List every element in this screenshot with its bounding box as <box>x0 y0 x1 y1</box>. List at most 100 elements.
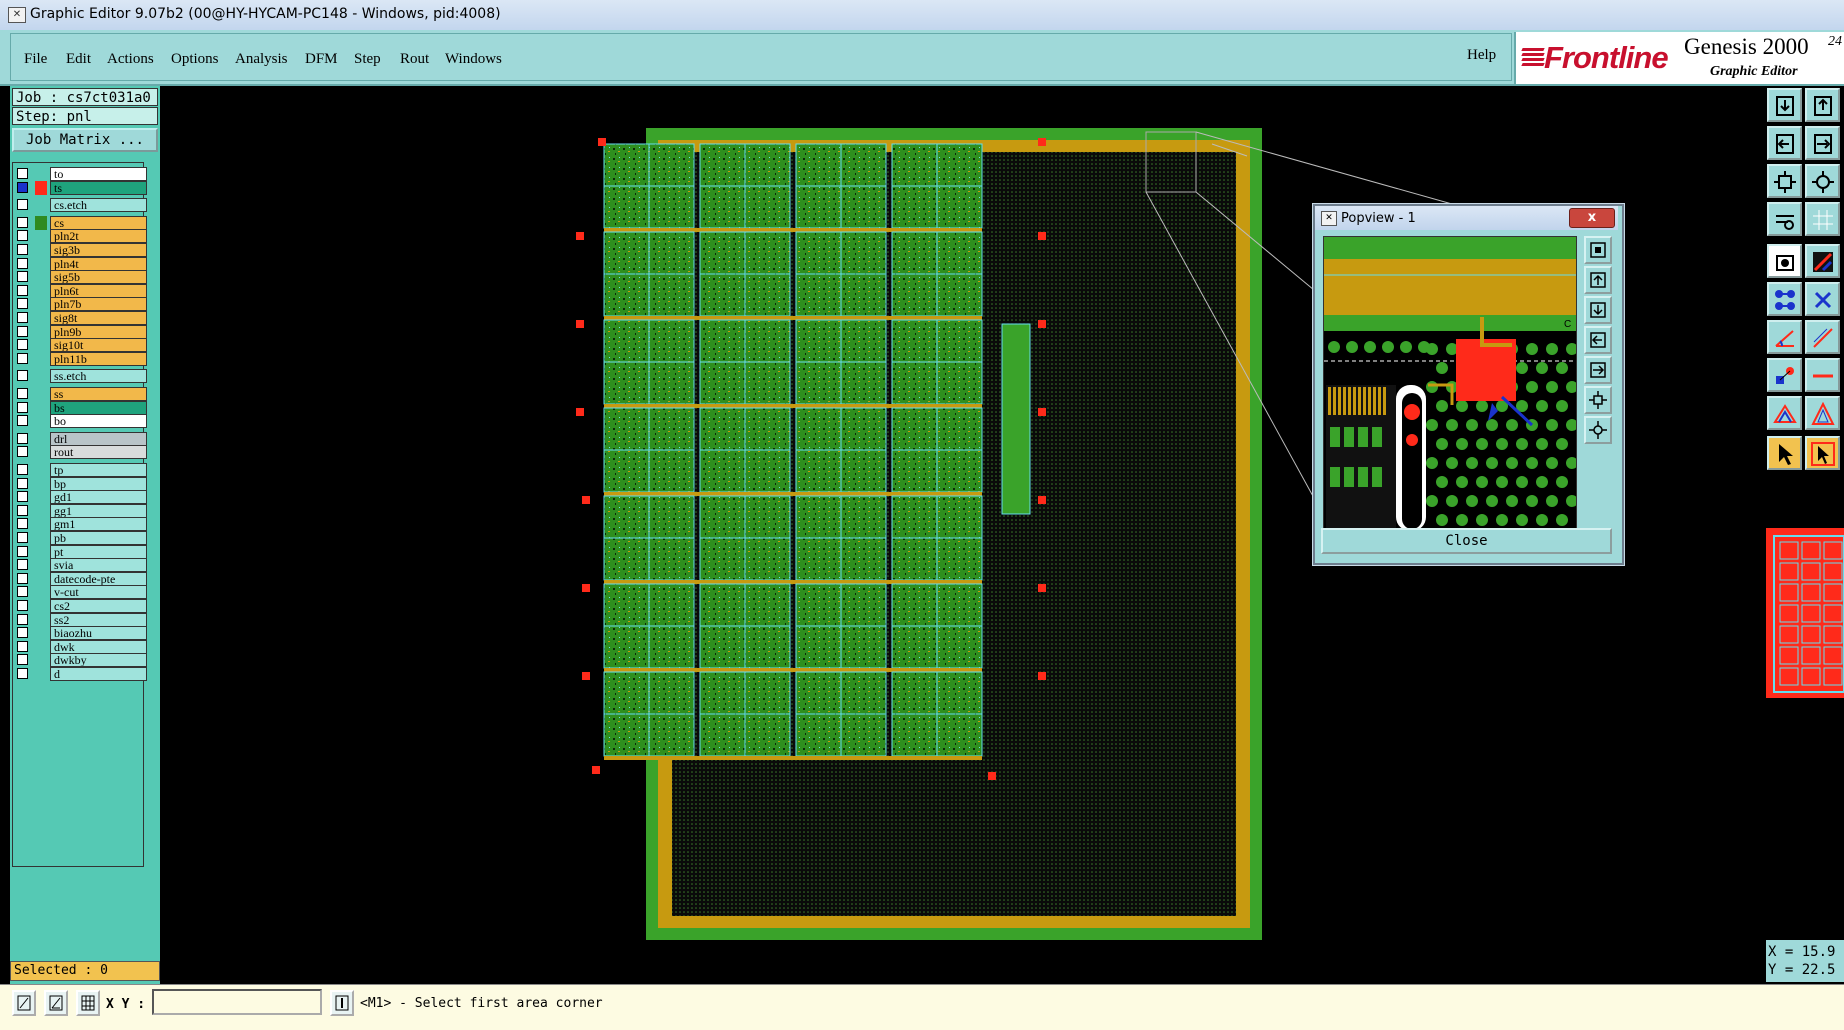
horizontal-measure-icon[interactable] <box>1805 358 1840 392</box>
layer-name[interactable]: cs.etch <box>50 198 147 213</box>
layer-row[interactable]: datecode-pte <box>17 571 147 586</box>
layer-row[interactable]: bs <box>17 400 147 415</box>
layer-checkbox[interactable] <box>17 627 28 639</box>
measure-icon[interactable] <box>44 990 68 1016</box>
layer-checkbox[interactable] <box>17 370 28 382</box>
xy-input[interactable] <box>152 989 322 1015</box>
layer-checkbox[interactable] <box>17 446 28 458</box>
layer-name[interactable]: cs2 <box>50 599 147 613</box>
layer-row[interactable]: biaozhu <box>17 626 147 641</box>
menu-windows[interactable]: Windows <box>445 51 502 68</box>
menu-options[interactable]: Options <box>171 51 219 68</box>
layer-name[interactable]: pln11b <box>50 351 147 366</box>
layer-row[interactable]: d <box>17 667 147 681</box>
pad-measure-icon[interactable] <box>1767 358 1802 392</box>
menu-analysis[interactable]: Analysis <box>235 51 288 68</box>
layer-name[interactable]: v-cut <box>50 585 147 600</box>
snap-icon[interactable] <box>1767 202 1802 236</box>
layer-checkbox[interactable] <box>17 504 28 516</box>
popview-pan-right-icon[interactable] <box>1584 356 1612 384</box>
layer-row[interactable]: rout <box>17 445 147 460</box>
layer-name[interactable]: bp <box>50 476 147 491</box>
layer-row[interactable]: pln2t <box>17 229 147 244</box>
zoom-fit-icon[interactable] <box>1767 164 1802 198</box>
layer-row[interactable]: cs.etch <box>17 198 147 213</box>
layer-checkbox[interactable] <box>17 401 28 413</box>
layer-checkbox[interactable] <box>17 415 28 427</box>
layer-name[interactable]: rout <box>50 445 147 460</box>
layer-checkbox[interactable] <box>17 654 28 666</box>
layer-checkbox[interactable] <box>17 257 28 269</box>
layer-checkbox[interactable] <box>17 352 28 364</box>
layer-name[interactable]: tp <box>50 463 147 477</box>
net-icon[interactable] <box>1767 282 1802 316</box>
layer-name[interactable]: pln2t <box>50 229 147 244</box>
layer-color-swatch[interactable] <box>35 215 47 230</box>
layer-row[interactable]: pln9b <box>17 324 147 339</box>
layer-row[interactable]: cs2 <box>17 599 147 613</box>
layer-row[interactable]: v-cut <box>17 585 147 600</box>
layer-checkbox[interactable] <box>17 532 28 543</box>
pan-left-icon[interactable] <box>1767 126 1802 160</box>
layer-checkbox[interactable] <box>17 181 28 193</box>
layer-name[interactable]: gd1 <box>50 490 147 505</box>
layer-row[interactable]: bo <box>17 414 147 429</box>
line-measure-icon[interactable] <box>1805 320 1840 354</box>
layer-row[interactable]: bp <box>17 476 147 491</box>
popview-close-button[interactable]: Close <box>1321 528 1612 554</box>
layer-row[interactable]: ts <box>17 180 147 195</box>
layer-row[interactable]: gm1 <box>17 517 147 532</box>
zoom-home-icon[interactable] <box>1767 88 1802 122</box>
layer-row[interactable]: sig10t <box>17 338 147 353</box>
layer-name[interactable]: dwk <box>50 639 147 654</box>
layer-name[interactable]: biaozhu <box>50 626 147 641</box>
layer-checkbox[interactable] <box>17 464 28 475</box>
layer-row[interactable]: pln4t <box>17 256 147 271</box>
layer-row[interactable]: pln6t <box>17 283 147 298</box>
popview-pan-down-icon[interactable] <box>1584 296 1612 324</box>
menu-file[interactable]: File <box>24 51 47 68</box>
pointer-select-icon[interactable] <box>1805 436 1840 470</box>
layer-checkbox[interactable] <box>17 586 28 598</box>
layer-name[interactable]: ss.etch <box>50 369 147 384</box>
layer-name[interactable]: bo <box>50 414 147 429</box>
menu-edit[interactable]: Edit <box>66 51 91 68</box>
menu-rout[interactable]: Rout <box>400 51 429 68</box>
grid-snap-icon[interactable] <box>76 990 100 1016</box>
layer-row[interactable]: ss.etch <box>17 369 147 384</box>
menu-dfm[interactable]: DFM <box>305 51 338 68</box>
layer-row[interactable]: gg1 <box>17 503 147 518</box>
menu-help[interactable]: Help <box>1467 47 1496 64</box>
layer-name[interactable]: ss2 <box>50 612 147 627</box>
layer-name[interactable]: pln7b <box>50 297 147 312</box>
layer-row[interactable]: pln7b <box>17 297 147 312</box>
popview-viewport[interactable]: C <box>1323 236 1577 532</box>
cursor-mode-icon[interactable] <box>330 990 354 1016</box>
layer-name[interactable]: pln9b <box>50 324 147 339</box>
popview-zoom-out-icon[interactable] <box>1584 266 1612 294</box>
layer-row[interactable]: ss2 <box>17 612 147 627</box>
layer-row[interactable]: dwk <box>17 639 147 654</box>
layer-name[interactable]: sig3b <box>50 243 147 257</box>
layer-checkbox[interactable] <box>17 168 28 179</box>
layer-name[interactable]: pln4t <box>50 256 147 271</box>
polygon-measure-icon[interactable] <box>1805 396 1840 430</box>
popview-center-icon[interactable] <box>1584 416 1612 444</box>
layer-name[interactable]: drl <box>50 431 147 446</box>
triangle-measure-icon[interactable] <box>1767 396 1802 430</box>
layer-name[interactable]: pb <box>50 531 147 545</box>
popview-pan-left-icon[interactable] <box>1584 326 1612 354</box>
layer-name[interactable]: datecode-pte <box>50 571 147 586</box>
layer-row[interactable]: sig8t <box>17 311 147 325</box>
layer-checkbox[interactable] <box>17 600 28 611</box>
layer-checkbox[interactable] <box>17 284 28 296</box>
layer-name[interactable]: cs <box>50 215 147 230</box>
layer-color-swatch[interactable] <box>35 180 47 195</box>
zoom-center-icon[interactable] <box>1805 164 1840 198</box>
layer-name[interactable]: gg1 <box>50 503 147 518</box>
layer-name[interactable]: pt <box>50 544 147 559</box>
layer-checkbox[interactable] <box>17 244 28 255</box>
layer-checkbox[interactable] <box>17 432 28 444</box>
layer-checkbox[interactable] <box>17 640 28 652</box>
layer-checkbox[interactable] <box>17 298 28 310</box>
